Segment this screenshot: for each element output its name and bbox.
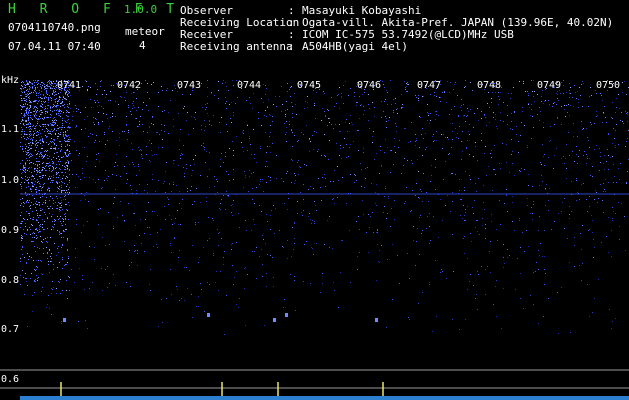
x-tick-label: 0743: [177, 80, 202, 91]
y-tick-label: 0.7: [1, 324, 20, 335]
meteor-label: meteor: [125, 25, 165, 38]
y-tick-label: 1.0: [1, 175, 20, 186]
x-tick-label: 0746: [357, 80, 382, 91]
x-tick-label: 0745: [297, 80, 322, 91]
y-tick-label: 0.6: [1, 374, 20, 385]
meteor-count: 4: [139, 39, 146, 52]
x-tick-label: 0748: [477, 80, 502, 91]
x-tick-label: 0747: [417, 80, 442, 91]
signal-baseline: [20, 396, 629, 400]
x-tick-label: 0742: [117, 80, 142, 91]
y-axis-unit: kHz: [1, 75, 20, 86]
info-antenna: Receiving antenna: A504HB(yagi 4el): [180, 40, 408, 53]
meteor-echo: [207, 313, 210, 317]
x-tick-label: 0750: [596, 80, 621, 91]
meteor-echo: [63, 318, 66, 322]
y-tick-label: 0.9: [1, 225, 20, 236]
meteor-echo: [285, 313, 288, 317]
x-tick-label: 0749: [537, 80, 562, 91]
file-name: 0704110740.png: [8, 21, 101, 34]
datetime: 07.04.11 07:40: [8, 40, 101, 53]
meteor-echo: [375, 318, 378, 322]
y-tick-label: 0.8: [1, 275, 20, 286]
x-tick-label: 0744: [237, 80, 262, 91]
x-tick-label: 0741: [57, 80, 82, 91]
y-tick-label: 1.1: [1, 124, 20, 135]
spectrogram-background: [0, 66, 629, 400]
header-panel: H R O F F T 1.0.0 0704110740.png meteor …: [0, 0, 629, 66]
meteor-echo: [273, 318, 276, 322]
app-version: 1.0.0: [124, 3, 158, 16]
